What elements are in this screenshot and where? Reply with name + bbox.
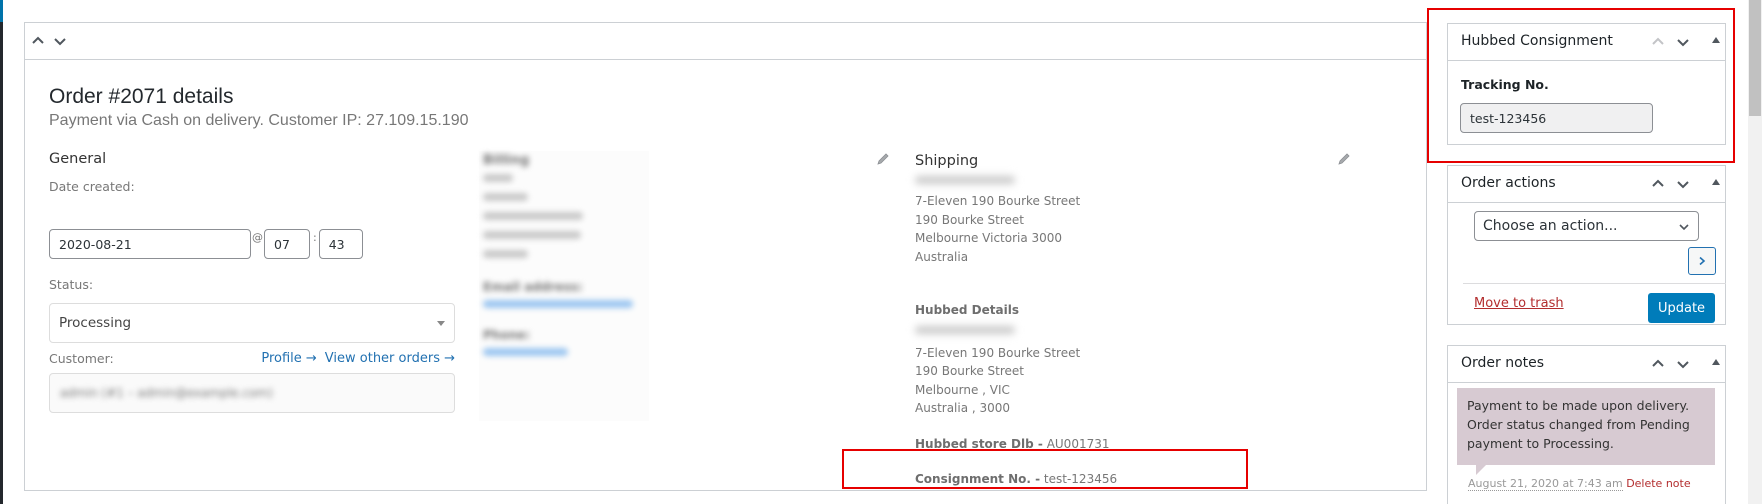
status-select[interactable]: Processing (49, 303, 455, 343)
hubbed-address-line: 190 Bourke Street (915, 364, 1025, 378)
shipping-heading: Shipping (915, 153, 979, 169)
hubbed-details-heading: Hubbed Details (915, 303, 1019, 317)
customer-select[interactable]: admin (#1 – admin@example.com) (49, 373, 455, 413)
tracking-no-input[interactable]: test-123456 (1460, 103, 1653, 133)
customer-value: admin (#1 – admin@example.com) (60, 386, 273, 400)
collapse-toggle-icon[interactable] (1712, 179, 1720, 185)
order-action-value: Choose an action... (1483, 218, 1618, 234)
tracking-no-label: Tracking No. (1461, 77, 1549, 92)
move-down-icon[interactable] (1674, 175, 1692, 193)
edit-billing-pencil-icon[interactable] (876, 152, 890, 166)
note-meta: August 21, 2020 at 7:43 am Delete note (1468, 477, 1691, 491)
date-created-row: 2020-08-21 @ 07 : 43 (49, 229, 363, 259)
billing-phone-label: Phone: (483, 328, 531, 342)
hubbed-address-line: Australia , 3000 (915, 401, 1011, 415)
hubbed-consignment-title: Hubbed Consignment (1461, 33, 1613, 49)
page-scrollbar[interactable] (1748, 0, 1762, 504)
move-up-icon[interactable] (1649, 33, 1667, 51)
order-actions-title: Order actions (1461, 175, 1556, 191)
billing-line (483, 250, 528, 258)
shipping-column: Shipping 7-Eleven 190 Bourke Street 190 … (915, 151, 1355, 489)
order-notes-header: Order notes (1448, 346, 1725, 383)
time-separator: : (313, 231, 317, 244)
shipping-address-line: 7-Eleven 190 Bourke Street (915, 194, 1081, 208)
collapse-toggle-icon[interactable] (1712, 37, 1720, 43)
actions-divider (1463, 283, 1726, 284)
move-up-icon[interactable] (29, 32, 47, 50)
collapse-toggle-icon[interactable] (1712, 359, 1720, 365)
billing-line (483, 212, 583, 220)
order-actions-box: Order actions Choose an action... Move t… (1447, 165, 1726, 325)
view-other-orders-link[interactable]: View other orders → (325, 351, 455, 366)
move-down-icon[interactable] (51, 32, 69, 50)
apply-action-button[interactable] (1688, 247, 1716, 275)
order-subtitle: Payment via Cash on delivery. Customer I… (49, 112, 469, 129)
shipping-name (915, 176, 1030, 192)
profile-link[interactable]: Profile → (261, 351, 316, 366)
edit-shipping-pencil-icon[interactable] (1337, 152, 1351, 166)
order-notes-box: Order notes Payment to be made upon deli… (1447, 345, 1726, 504)
shipping-address-line: 190 Bourke Street (915, 212, 1025, 227)
hubbed-consignment-header: Hubbed Consignment (1448, 24, 1725, 61)
billing-line (483, 174, 513, 182)
order-actions-header: Order actions (1448, 166, 1725, 203)
billing-phone-link[interactable] (483, 348, 568, 356)
billing-line (483, 231, 581, 239)
chevron-down-icon (1679, 224, 1689, 231)
minute-input[interactable]: 43 (318, 229, 363, 259)
move-to-trash-link[interactable]: Move to trash (1474, 296, 1564, 311)
customer-row: Customer: Profile → View other orders → (49, 351, 455, 366)
note-date: August 21, 2020 at 7:43 am (1468, 477, 1623, 491)
move-up-icon[interactable] (1649, 355, 1667, 373)
hubbed-name (915, 325, 1030, 344)
shipping-address-line: Melbourne Victoria 3000 (915, 231, 1063, 245)
billing-column: Billing Email address: Phone: (479, 151, 649, 421)
chevron-right-icon (1699, 256, 1706, 266)
note-tail (1476, 465, 1486, 475)
hubbed-address-line: 7-Eleven 190 Bourke Street (915, 345, 1081, 360)
date-created-input[interactable]: 2020-08-21 (49, 229, 251, 259)
move-down-icon[interactable] (1674, 355, 1692, 373)
order-data-panel: Order #2071 details Payment via Cash on … (24, 22, 1427, 491)
status-value: Processing (59, 315, 132, 331)
order-action-select[interactable]: Choose an action... (1474, 211, 1699, 241)
billing-line (483, 193, 528, 201)
general-heading: General (49, 151, 107, 167)
consignment-highlight-box (842, 449, 1248, 489)
billing-email-link[interactable] (483, 300, 633, 308)
shipping-address-line: Australia (915, 249, 969, 264)
panel-header (25, 23, 1426, 60)
delete-note-link[interactable]: Delete note (1626, 477, 1690, 490)
hour-input[interactable]: 07 (264, 229, 310, 259)
hubbed-consignment-box: Hubbed Consignment Tracking No. test-123… (1447, 23, 1726, 145)
status-label: Status: (49, 277, 94, 292)
scrollbar-thumb[interactable] (1749, 0, 1761, 116)
update-button[interactable]: Update (1648, 293, 1715, 323)
move-down-icon[interactable] (1674, 33, 1692, 51)
date-created-label: Date created: (49, 179, 135, 194)
billing-email-label: Email address: (483, 280, 583, 294)
at-symbol: @ (252, 231, 263, 244)
move-up-icon[interactable] (1649, 175, 1667, 193)
order-note: Payment to be made upon delivery. Order … (1457, 388, 1715, 465)
billing-heading: Billing (483, 153, 530, 168)
order-notes-title: Order notes (1461, 355, 1545, 371)
customer-label: Customer: (49, 351, 114, 366)
order-title: Order #2071 details (49, 85, 234, 108)
hubbed-address-line: Melbourne , VIC (915, 382, 1010, 397)
dropdown-caret-icon (437, 321, 445, 326)
